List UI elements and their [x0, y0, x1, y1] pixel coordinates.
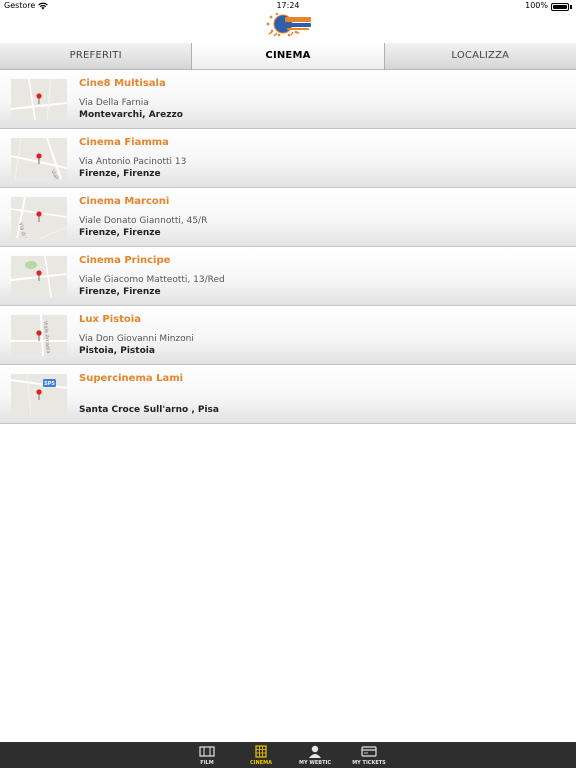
- cinema-city: Firenze, Firenze: [79, 287, 161, 297]
- map-pin-icon: [11, 256, 67, 297]
- map-thumbnail: Via di Ripoli: [11, 197, 67, 238]
- tab-localizza[interactable]: LOCALIZZA: [384, 43, 576, 69]
- battery-nub: [570, 5, 572, 9]
- cinema-list-item[interactable]: Cine8 Multisala Via Della Farnia Monteva…: [0, 70, 576, 129]
- cinema-list-item[interactable]: Cinema Principe Viale Giacomo Matteotti,…: [0, 247, 576, 306]
- map-pin-icon: SP5: [11, 374, 67, 415]
- cinema-address: Via Della Farnia: [79, 98, 149, 108]
- cinema-city: Firenze, Firenze: [79, 228, 161, 238]
- status-right: 100%: [525, 0, 572, 12]
- tabbar-label: CINEMA: [250, 760, 272, 766]
- segmented-tabs: PREFERITI CINEMA LOCALIZZA: [0, 43, 576, 70]
- cinema-city: Montevarchi, Arezzo: [79, 110, 183, 120]
- status-time: 17:24: [276, 1, 300, 10]
- cinema-name: Cine8 Multisala: [79, 78, 166, 89]
- cinema-list-item[interactable]: Via di Ripoli Cinema Marconi Viale Donat…: [0, 188, 576, 247]
- map-pin-icon: Viale Arcadia: [11, 315, 67, 356]
- cinema-address: Via Don Giovanni Minzoni: [79, 334, 194, 344]
- header: [0, 12, 576, 42]
- map-thumbnail: Viale G.: [11, 138, 67, 179]
- cinema-name: Cinema Principe: [79, 255, 171, 266]
- tabbar-label: MY TICKETS: [352, 760, 386, 766]
- map-street-label: Via di Ripoli: [17, 222, 30, 238]
- cinema-city: Firenze, Firenze: [79, 169, 161, 179]
- user-icon: [309, 745, 321, 758]
- tabbar-item-film[interactable]: FILM: [181, 742, 233, 768]
- map-street-label: Viale G.: [49, 169, 64, 179]
- cinema-city: Pistoia, Pistoia: [79, 346, 155, 356]
- map-pin-icon: Viale G.: [11, 138, 67, 179]
- cinema-name: Supercinema Lami: [79, 373, 184, 384]
- film-icon: [199, 746, 215, 757]
- map-thumbnail: Viale Arcadia: [11, 315, 67, 356]
- cinema-list-item[interactable]: Viale Arcadia Lux Pistoia Via Don Giovan…: [0, 306, 576, 365]
- cinema-list: Cine8 Multisala Via Della Farnia Monteva…: [0, 70, 576, 424]
- stasera-al-cinema-logo-icon: [266, 12, 311, 37]
- battery-icon: [551, 3, 569, 11]
- cinema-address: Via Antonio Pacinotti 13: [79, 157, 187, 167]
- status-bar: Gestore 17:24 100%: [0, 0, 576, 12]
- road-sign-label: SP5: [44, 381, 55, 387]
- cinema-name: Cinema Fiamma: [79, 137, 169, 148]
- map-thumbnail: [11, 256, 67, 297]
- map-thumbnail: SP5: [11, 374, 67, 415]
- bottom-tab-bar: FILM CINEMA MY WEBTIC MY TICKETS: [0, 742, 576, 768]
- tabbar-item-my-webtic[interactable]: MY WEBTIC: [289, 742, 341, 768]
- cinema-name: Lux Pistoia: [79, 314, 141, 325]
- ticket-icon: [361, 746, 377, 757]
- cinema-building-icon: [255, 745, 267, 758]
- cinema-list-item[interactable]: Viale G. Cinema Fiamma Via Antonio Pacin…: [0, 129, 576, 188]
- tabbar-item-cinema[interactable]: CINEMA: [235, 742, 287, 768]
- map-pin-icon: [11, 79, 67, 120]
- cinema-name: Cinema Marconi: [79, 196, 170, 207]
- cinema-list-item[interactable]: SP5 Supercinema Lami Santa Croce Sull'ar…: [0, 365, 576, 424]
- cinema-address: Viale Donato Giannotti, 45/R: [79, 216, 208, 226]
- cinema-city: Santa Croce Sull'arno , Pisa: [79, 405, 219, 415]
- tab-preferiti[interactable]: PREFERITI: [0, 43, 193, 69]
- cinema-address: Viale Giacomo Matteotti, 13/Red: [79, 275, 225, 285]
- map-pin-icon: Via di Ripoli: [11, 197, 67, 238]
- battery-percent: 100%: [525, 1, 548, 10]
- tabbar-label: FILM: [200, 760, 214, 766]
- tabbar-item-my-tickets[interactable]: MY TICKETS: [343, 742, 395, 768]
- tab-cinema[interactable]: CINEMA: [192, 43, 385, 69]
- tabbar-label: MY WEBTIC: [298, 760, 332, 766]
- map-thumbnail: [11, 79, 67, 120]
